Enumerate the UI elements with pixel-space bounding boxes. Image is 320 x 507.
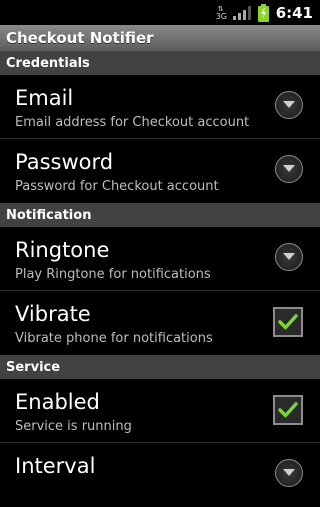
enabled-checkbox[interactable]: [273, 395, 303, 425]
category-credentials: Credentials: [0, 51, 320, 75]
category-label: Service: [6, 359, 61, 375]
pref-title: Email: [15, 86, 74, 110]
battery-charging-icon: [257, 3, 269, 22]
pref-email[interactable]: Email Email address for Checkout account: [0, 75, 320, 139]
pref-password[interactable]: Password Password for Checkout account: [0, 139, 320, 203]
preference-list: Credentials Email Email address for Chec…: [0, 51, 320, 507]
pref-summary: Vibrate phone for notifications: [15, 331, 213, 346]
pref-summary: Service is running: [15, 419, 132, 434]
pref-summary: Email address for Checkout account: [15, 115, 250, 130]
network-3g-icon: ⇅ 3G: [215, 4, 227, 21]
dropdown-icon[interactable]: [275, 243, 303, 271]
app-title: Checkout Notifier: [6, 29, 154, 47]
clock: 6:41: [275, 3, 313, 22]
pref-summary: Password for Checkout account: [15, 179, 219, 194]
category-notification: Notification: [0, 203, 320, 227]
checkmark-icon: [278, 314, 298, 330]
pref-title: Vibrate: [15, 302, 91, 326]
dropdown-icon[interactable]: [275, 91, 303, 119]
category-label: Credentials: [6, 55, 90, 71]
dropdown-icon[interactable]: [275, 459, 303, 487]
pref-interval[interactable]: Interval: [0, 443, 320, 507]
title-bar: Checkout Notifier: [0, 25, 320, 51]
signal-strength-icon: [232, 5, 251, 20]
pref-summary: Play Ringtone for notifications: [15, 267, 211, 282]
pref-ringtone[interactable]: Ringtone Play Ringtone for notifications: [0, 227, 320, 291]
category-label: Notification: [6, 207, 92, 223]
pref-title: Password: [15, 150, 114, 174]
pref-title: Enabled: [15, 390, 100, 414]
checkmark-icon: [278, 402, 298, 418]
pref-enabled[interactable]: Enabled Service is running: [0, 379, 320, 443]
pref-title: Interval: [15, 454, 96, 478]
vibrate-checkbox[interactable]: [273, 307, 303, 337]
status-bar: ⇅ 3G 6:41: [0, 0, 320, 25]
pref-title: Ringtone: [15, 238, 110, 262]
pref-vibrate[interactable]: Vibrate Vibrate phone for notifications: [0, 291, 320, 355]
dropdown-icon[interactable]: [275, 155, 303, 183]
category-service: Service: [0, 355, 320, 379]
